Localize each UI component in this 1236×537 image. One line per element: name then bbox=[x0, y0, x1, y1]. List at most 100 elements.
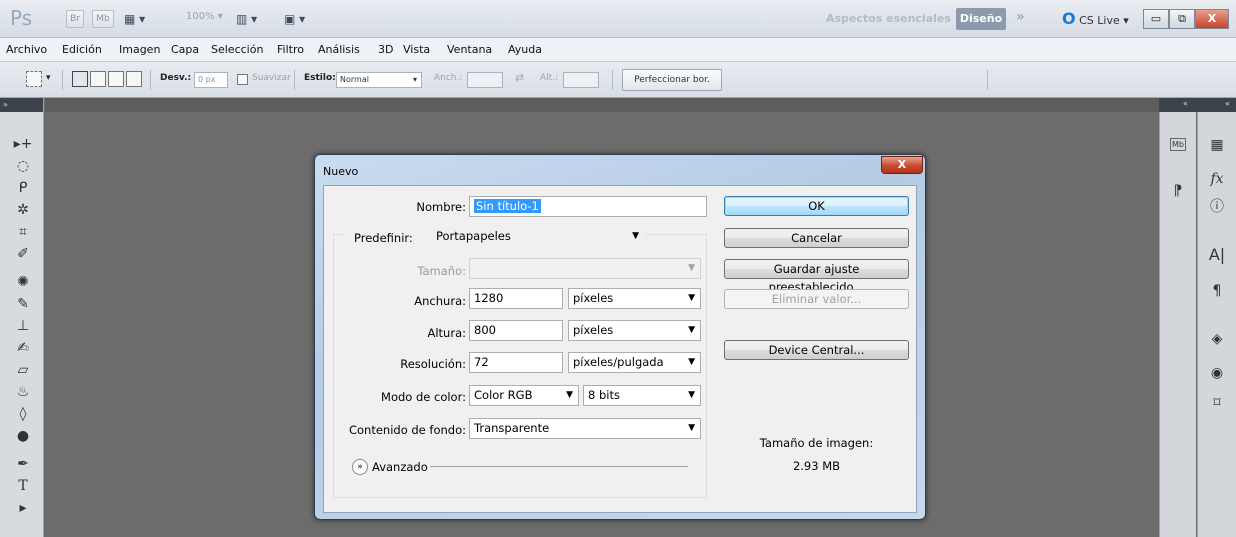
move-tool-icon[interactable]: ▸+ bbox=[12, 134, 34, 154]
color-mode-select[interactable]: Color RGB ▼ bbox=[469, 385, 579, 406]
preset-select[interactable]: Portapapeles ▼ bbox=[432, 227, 644, 248]
path-selection-tool-icon[interactable]: ▸ bbox=[12, 498, 34, 518]
bridge-button[interactable]: Br bbox=[66, 10, 84, 28]
menu-vista[interactable]: Vista bbox=[403, 43, 430, 56]
healing-brush-tool-icon[interactable]: ✺ bbox=[12, 272, 34, 292]
save-preset-button[interactable]: Guardar ajuste preestablecido... bbox=[724, 259, 909, 294]
eraser-tool-icon[interactable]: ▱ bbox=[12, 360, 34, 380]
height-input[interactable]: 800 bbox=[469, 320, 563, 341]
name-input[interactable]: Sin título-1 bbox=[469, 196, 707, 217]
menu-3d[interactable]: 3D bbox=[378, 43, 393, 56]
background-contents-select[interactable]: Transparente ▼ bbox=[469, 418, 701, 439]
dialog-close-button[interactable]: X bbox=[881, 156, 923, 174]
height-unit-select[interactable]: píxeles ▼ bbox=[568, 320, 701, 341]
info-panel-icon[interactable]: ⓘ bbox=[1205, 196, 1229, 218]
height-input[interactable] bbox=[563, 72, 599, 88]
chevron-down-icon: ▾ bbox=[412, 75, 417, 84]
advanced-label[interactable]: Avanzado bbox=[372, 460, 428, 474]
antialias-label: Suavizar bbox=[252, 73, 291, 83]
screen-mode-dropdown[interactable]: ▣ ▾ bbox=[284, 10, 320, 28]
refine-edge-button[interactable]: Perfeccionar bor. bbox=[622, 69, 722, 91]
height-label: Alt.: bbox=[540, 73, 559, 83]
lasso-tool-icon[interactable]: ᑭ bbox=[12, 178, 34, 198]
resolution-input[interactable]: 72 bbox=[469, 352, 563, 373]
blur-tool-icon[interactable]: ◊ bbox=[12, 404, 34, 424]
subtract-selection-icon[interactable] bbox=[108, 71, 124, 87]
ok-button[interactable]: OK bbox=[724, 196, 909, 216]
eyedropper-tool-icon[interactable]: ✐ bbox=[12, 244, 34, 264]
chevron-down-icon: ▼ bbox=[688, 390, 695, 400]
paragraph-panel-icon[interactable]: ¶ bbox=[1205, 280, 1229, 302]
width-unit-select[interactable]: píxeles ▼ bbox=[568, 288, 701, 309]
workspace-essentials[interactable]: Aspectos esenciales bbox=[826, 12, 951, 25]
menu-filtro[interactable]: Filtro bbox=[277, 43, 304, 56]
dodge-tool-icon[interactable]: ● bbox=[12, 426, 34, 446]
minibridge-button[interactable]: Mb bbox=[92, 10, 114, 28]
clone-stamp-tool-icon[interactable]: ⊥ bbox=[12, 316, 34, 336]
divider bbox=[294, 70, 295, 90]
channels-panel-icon[interactable]: ◉ bbox=[1205, 362, 1229, 384]
antialias-checkbox[interactable] bbox=[237, 74, 248, 85]
history-panel-icon[interactable]: ⁋ bbox=[1166, 180, 1190, 202]
menu-ventana[interactable]: Ventana bbox=[447, 43, 492, 56]
cs-live-menu[interactable]: O CS Live ▾ bbox=[1062, 8, 1129, 30]
character-panel-icon[interactable]: A| bbox=[1205, 244, 1229, 266]
swatches-panel-icon[interactable]: ▦ bbox=[1205, 134, 1229, 156]
minimize-button[interactable]: ▭ bbox=[1143, 9, 1169, 29]
crop-tool-icon[interactable]: ⌗ bbox=[12, 222, 34, 242]
paths-panel-icon[interactable]: ⌑ bbox=[1205, 392, 1229, 414]
swap-icon[interactable]: ⇄ bbox=[515, 71, 524, 84]
menu-ayuda[interactable]: Ayuda bbox=[508, 43, 542, 56]
name-label: Nombre: bbox=[416, 200, 466, 214]
style-select[interactable]: Normal ▾ bbox=[336, 72, 422, 88]
chevron-down-icon: ▼ bbox=[688, 357, 695, 367]
advanced-expand-icon[interactable]: » bbox=[352, 459, 368, 475]
size-select[interactable]: ▼ bbox=[469, 258, 701, 279]
close-window-button[interactable]: X bbox=[1195, 9, 1229, 29]
add-selection-icon[interactable] bbox=[90, 71, 106, 87]
brush-tool-icon[interactable]: ✎ bbox=[12, 294, 34, 314]
resolution-unit-select[interactable]: píxeles/pulgada ▼ bbox=[568, 352, 701, 373]
maximize-button[interactable]: ⧉ bbox=[1169, 9, 1195, 29]
marquee-tool-icon[interactable]: ◌ bbox=[12, 156, 34, 176]
group-border bbox=[333, 497, 707, 498]
workspace-design[interactable]: Diseño bbox=[956, 8, 1006, 30]
collapse-dock-right-button[interactable]: « bbox=[1225, 99, 1230, 108]
view-extras-dropdown[interactable]: ▦ ▾ bbox=[124, 10, 160, 28]
tool-preset-arrow-icon[interactable]: ▾ bbox=[46, 73, 51, 83]
cancel-button[interactable]: Cancelar bbox=[724, 228, 909, 248]
cs-live-icon: O bbox=[1062, 9, 1076, 28]
pen-tool-icon[interactable]: ✒ bbox=[12, 454, 34, 474]
menu-seleccion[interactable]: Selección bbox=[211, 43, 263, 56]
collapse-dock-left-button[interactable]: « bbox=[1183, 99, 1188, 108]
more-workspaces-button[interactable]: » bbox=[1016, 9, 1025, 25]
chevron-down-icon: ▼ bbox=[688, 325, 695, 335]
new-selection-icon[interactable] bbox=[72, 71, 88, 87]
type-tool-icon[interactable]: T bbox=[12, 476, 34, 496]
layers-panel-icon[interactable]: ◈ bbox=[1205, 328, 1229, 350]
menu-capa[interactable]: Capa bbox=[171, 43, 199, 56]
menu-analisis[interactable]: Análisis bbox=[318, 43, 360, 56]
width-input[interactable]: 1280 bbox=[469, 288, 563, 309]
chevron-down-icon: ▼ bbox=[566, 390, 573, 400]
delete-preset-button[interactable]: Eliminar valor... bbox=[724, 289, 909, 309]
marquee-tool-preset-icon[interactable] bbox=[26, 71, 42, 87]
paint-bucket-tool-icon[interactable]: ♨ bbox=[12, 382, 34, 402]
history-brush-tool-icon[interactable]: ✍ bbox=[12, 338, 34, 358]
width-input[interactable] bbox=[467, 72, 503, 88]
zoom-level[interactable]: 100% ▾ bbox=[186, 11, 223, 22]
menu-edicion[interactable]: Edición bbox=[62, 43, 102, 56]
adjustments-fx-icon[interactable]: fx bbox=[1205, 168, 1229, 190]
menu-archivo[interactable]: Archivo bbox=[6, 43, 47, 56]
arrange-documents-dropdown[interactable]: ▥ ▾ bbox=[236, 10, 272, 28]
menu-imagen[interactable]: Imagen bbox=[119, 43, 160, 56]
tools-panel: » ▸+ ◌ ᑭ ✲ ⌗ ✐ ✺ ✎ ⊥ ✍ ▱ ♨ ◊ ● ✒ T ▸ bbox=[0, 98, 44, 537]
minibridge-panel-icon[interactable]: Mb bbox=[1166, 134, 1190, 156]
quick-selection-tool-icon[interactable]: ✲ bbox=[12, 200, 34, 220]
background-contents-label: Contenido de fondo: bbox=[348, 423, 466, 437]
device-central-button[interactable]: Device Central... bbox=[724, 340, 909, 360]
tools-collapse-button[interactable]: » bbox=[0, 98, 43, 112]
bit-depth-select[interactable]: 8 bits ▼ bbox=[583, 385, 701, 406]
intersect-selection-icon[interactable] bbox=[126, 71, 142, 87]
feather-input[interactable]: 0 px bbox=[194, 72, 228, 88]
